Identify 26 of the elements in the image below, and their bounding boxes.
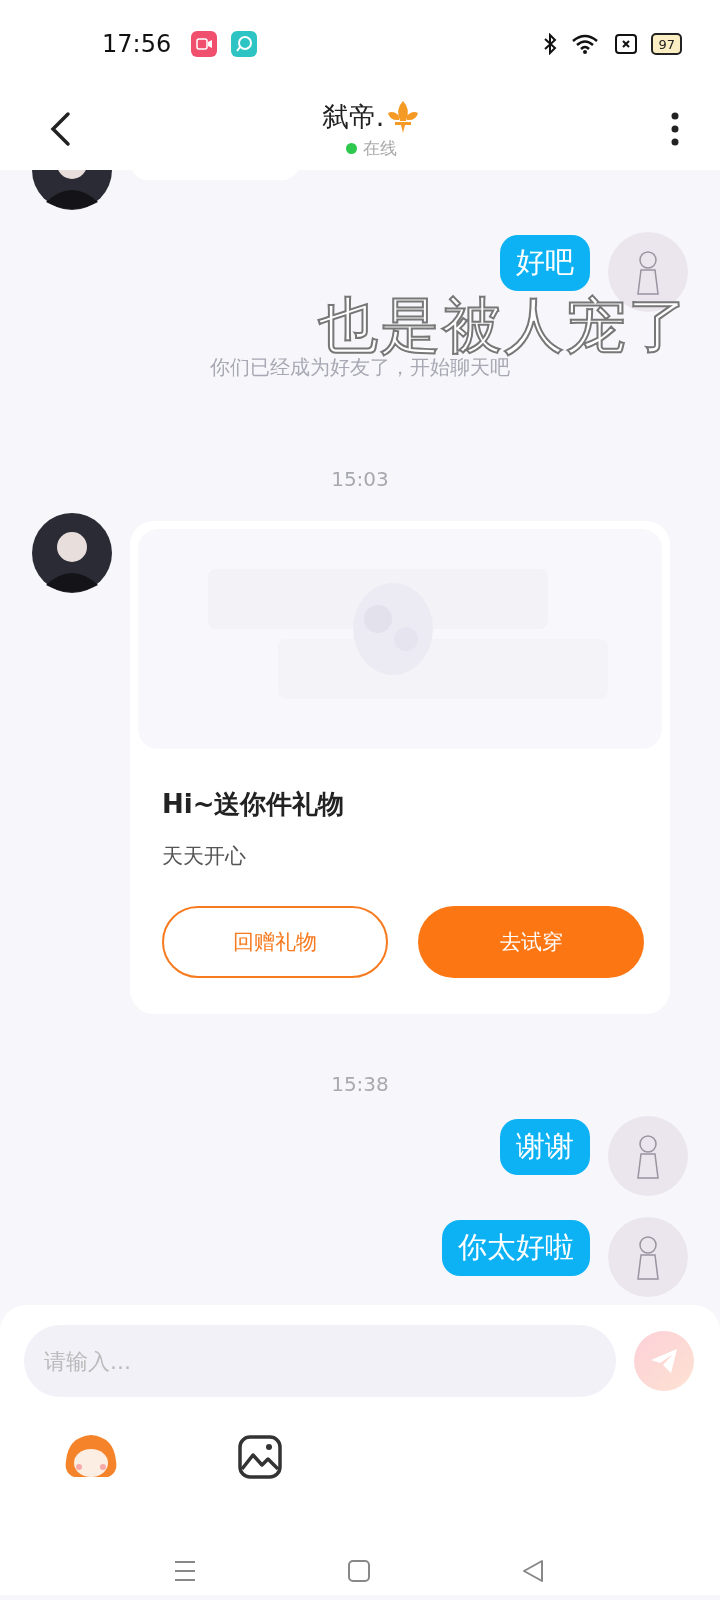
image-icon[interactable] <box>238 1435 282 1479</box>
avatar[interactable] <box>32 513 112 593</box>
message-bubble: 谢谢 <box>500 1119 590 1175</box>
message-bubble: 好吧 <box>500 235 590 291</box>
send-icon <box>649 1347 679 1375</box>
return-gift-button[interactable]: 回赠礼物 <box>162 906 388 978</box>
online-status: 在线 <box>362 136 397 160</box>
more-icon[interactable] <box>670 111 680 147</box>
menu-icon[interactable] <box>173 1560 197 1582</box>
message-input[interactable]: 请输入... <box>24 1325 616 1397</box>
back-nav-icon[interactable] <box>521 1559 545 1583</box>
bluetooth-icon <box>543 33 558 55</box>
gift-title: Hi~送你件礼物 <box>162 788 346 821</box>
back-icon[interactable] <box>48 111 72 147</box>
contact-name: 弑帝. <box>321 99 385 134</box>
system-message: 你们已经成为好友了，开始聊天吧 <box>210 355 510 381</box>
battery-indicator: 97 <box>651 33 682 55</box>
video-app-icon <box>191 31 218 57</box>
status-time: 17:56 <box>102 30 172 58</box>
try-on-button[interactable]: 去试穿 <box>418 906 644 978</box>
gift-message: 天天开心 <box>162 843 246 870</box>
home-icon[interactable] <box>347 1559 371 1583</box>
message-bubble: 你太好啦 <box>442 1220 590 1276</box>
timestamp: 15:03 <box>331 467 389 491</box>
no-sim-icon <box>615 34 638 54</box>
timestamp: 15:38 <box>331 1072 389 1096</box>
